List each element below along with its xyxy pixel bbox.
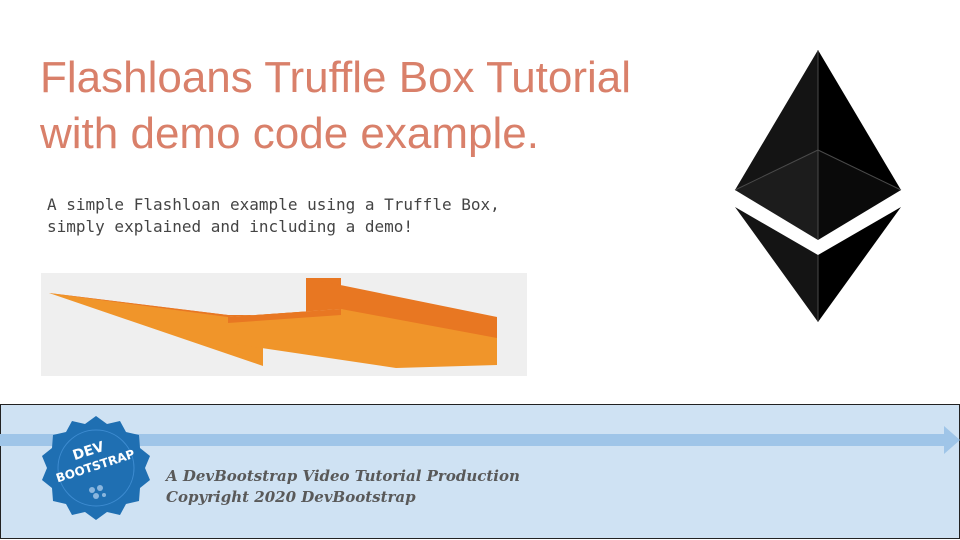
footer-credits: A DevBootstrap Video Tutorial Production… — [166, 466, 520, 508]
title-line-1: Flashloans Truffle Box Tutorial — [40, 53, 632, 102]
bolt-upper-segment-2 — [49, 278, 341, 317]
slide-subtitle: A simple Flashloan example using a Truff… — [47, 194, 607, 238]
lightning-bolt-icon — [49, 278, 497, 368]
ethereum-logo-icon — [734, 50, 902, 322]
subtitle-line-2: simply explained and including a demo! — [47, 217, 414, 236]
credit-line-2: Copyright 2020 DevBootstrap — [166, 488, 416, 506]
slide-title: Flashloans Truffle Box Tutorial with dem… — [40, 50, 720, 162]
title-line-2: with demo code example. — [40, 109, 539, 158]
slide: Flashloans Truffle Box Tutorial with dem… — [0, 0, 960, 540]
credit-line-1: A DevBootstrap Video Tutorial Production — [166, 467, 520, 485]
lightning-bolt-image — [41, 273, 527, 376]
subtitle-line-1: A simple Flashloan example using a Truff… — [47, 195, 500, 214]
devbootstrap-logo-icon: DEV BOOTSTRAP — [42, 416, 150, 520]
